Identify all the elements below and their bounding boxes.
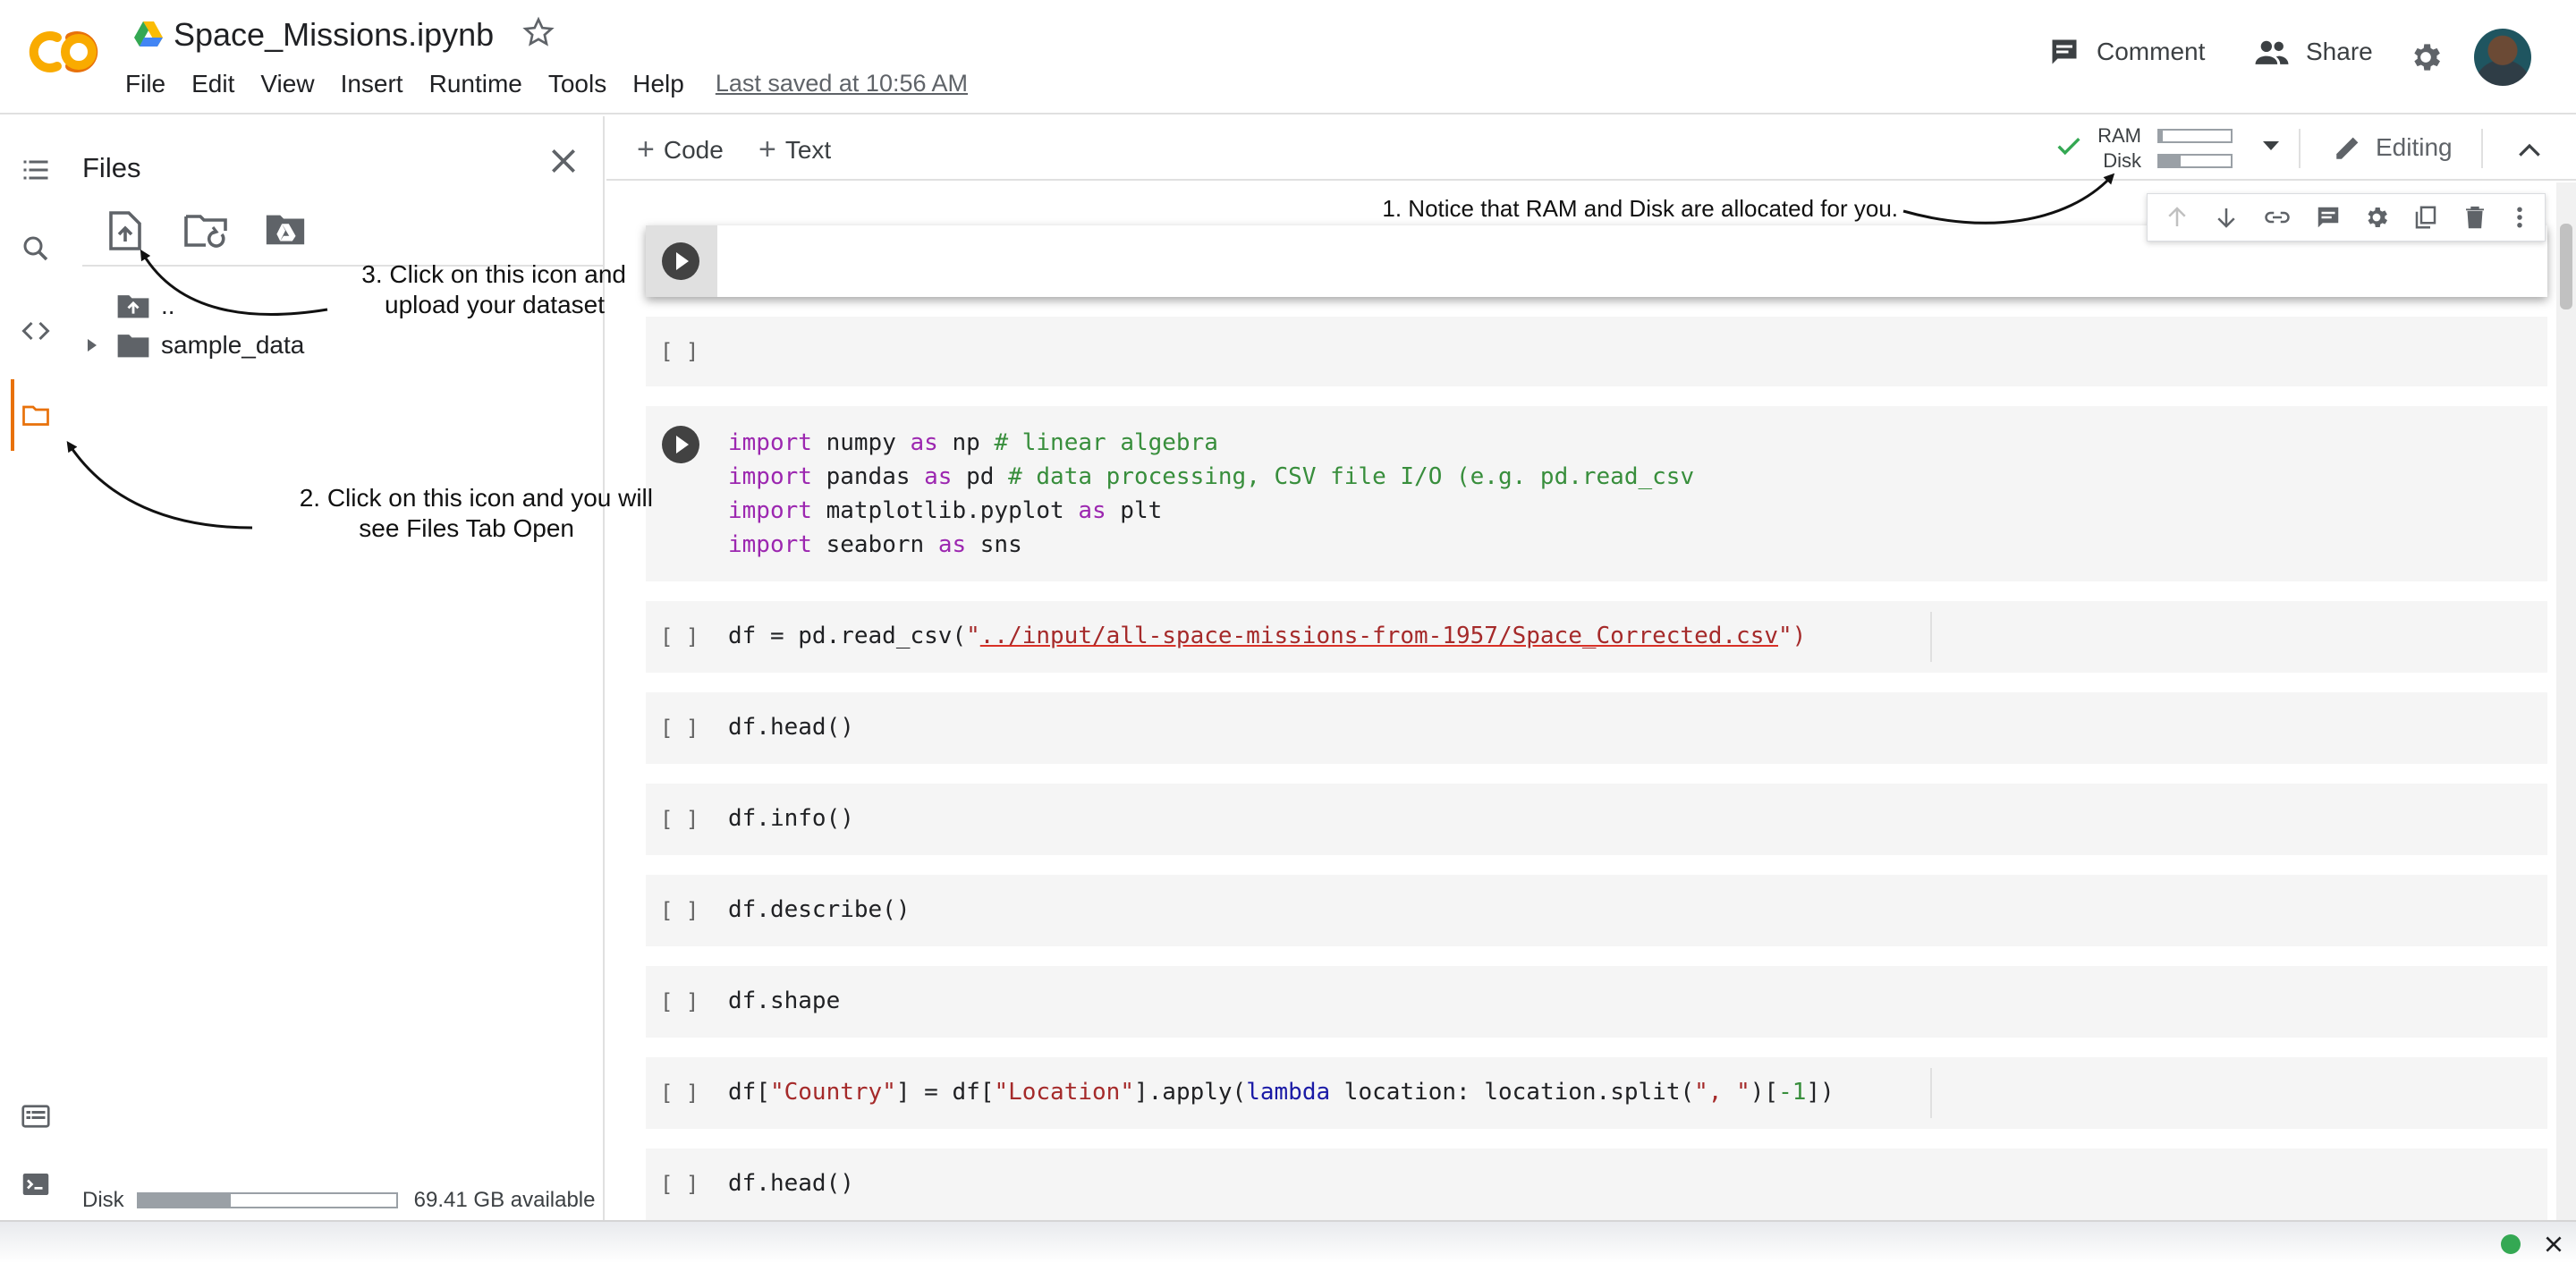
arrow-to-files-icon [66,441,253,530]
annotation-arrows [66,173,2115,530]
arrow-to-ram [1902,173,2115,225]
runtime-status-icon[interactable] [2501,1234,2521,1254]
status-bar [0,1220,2576,1263]
arrow-to-upload-icon [140,249,328,316]
close-icon[interactable] [2542,1233,2565,1256]
